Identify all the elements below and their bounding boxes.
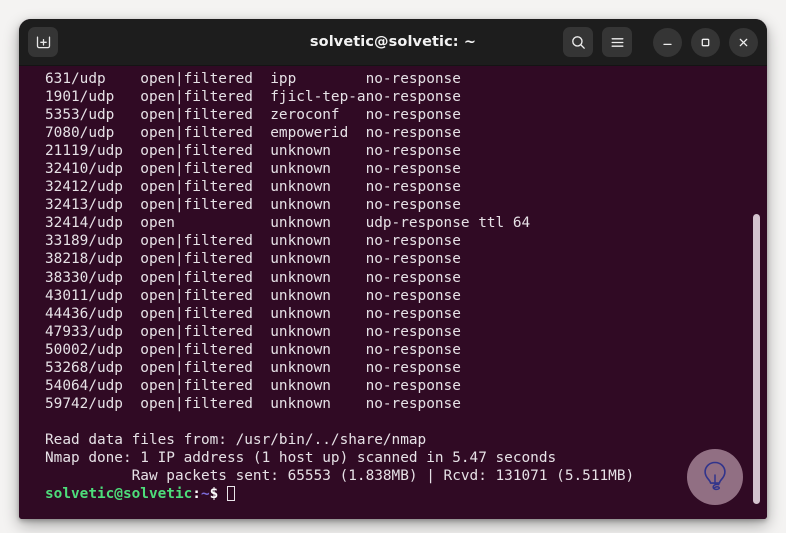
terminal-port-row: 54064/udp open|filtered unknown no-respo… bbox=[45, 377, 767, 395]
search-icon bbox=[570, 34, 587, 51]
hamburger-menu-icon bbox=[609, 34, 626, 51]
maximize-button[interactable] bbox=[691, 27, 720, 57]
prompt-path: ~ bbox=[200, 486, 210, 503]
terminal-port-row: 32410/udp open|filtered unknown no-respo… bbox=[45, 160, 767, 178]
terminal-summary-line: Read data files from: /usr/bin/../share/… bbox=[45, 431, 767, 449]
prompt-sigil: $ bbox=[209, 486, 219, 503]
terminal-port-row: 631/udp open|filtered ipp no-response bbox=[45, 70, 767, 88]
port-row-text: 33189/udp open|filtered unknown no-respo… bbox=[45, 233, 461, 250]
terminal-port-row: 32413/udp open|filtered unknown no-respo… bbox=[45, 196, 767, 214]
terminal-scrollbar-thumb[interactable] bbox=[753, 214, 760, 504]
port-row-text: 38330/udp open|filtered unknown no-respo… bbox=[45, 269, 461, 286]
port-row-text: 43011/udp open|filtered unknown no-respo… bbox=[45, 287, 461, 304]
port-row-text: 7080/udp open|filtered empowerid no-resp… bbox=[45, 125, 461, 142]
terminal-summary-line: Nmap done: 1 IP address (1 host up) scan… bbox=[45, 449, 767, 467]
window-titlebar[interactable]: solvetic@solvetic: ~ bbox=[19, 19, 767, 66]
new-tab-button[interactable] bbox=[28, 27, 58, 57]
close-button[interactable] bbox=[729, 27, 758, 57]
terminal-port-row: 50002/udp open|filtered unknown no-respo… bbox=[45, 341, 767, 359]
minimize-icon bbox=[660, 35, 675, 50]
port-row-text: 32410/udp open|filtered unknown no-respo… bbox=[45, 161, 461, 178]
terminal-prompt-line[interactable]: solvetic@solvetic:~$ bbox=[45, 485, 767, 503]
prompt-user-host: solvetic@solvetic bbox=[45, 486, 193, 503]
port-row-text: 59742/udp open|filtered unknown no-respo… bbox=[45, 395, 461, 412]
port-row-text: 21119/udp open|filtered unknown no-respo… bbox=[45, 143, 461, 160]
terminal-port-row: 32414/udp open unknown udp-response ttl … bbox=[45, 214, 767, 232]
port-row-text: 32414/udp open unknown udp-response ttl … bbox=[45, 215, 531, 232]
desktop-background: solvetic@solvetic: ~ 631/udp open|filter… bbox=[0, 0, 786, 533]
port-row-text: 5353/udp open|filtered zeroconf no-respo… bbox=[45, 107, 461, 124]
port-row-text: 32412/udp open|filtered unknown no-respo… bbox=[45, 179, 461, 196]
terminal-port-row: 33189/udp open|filtered unknown no-respo… bbox=[45, 232, 767, 250]
terminal-port-row: 21119/udp open|filtered unknown no-respo… bbox=[45, 142, 767, 160]
terminal-port-row: 1901/udp open|filtered fjicl-tep-ano-res… bbox=[45, 88, 767, 106]
minimize-button[interactable] bbox=[653, 27, 682, 57]
summary-line-text: Raw packets sent: 65553 (1.838MB) | Rcvd… bbox=[45, 468, 635, 485]
port-row-text: 38218/udp open|filtered unknown no-respo… bbox=[45, 251, 461, 268]
terminal-text-content: 631/udp open|filtered ipp no-response 190… bbox=[45, 70, 767, 503]
port-row-text: 32413/udp open|filtered unknown no-respo… bbox=[45, 197, 461, 214]
summary-line-text: Nmap done: 1 IP address (1 host up) scan… bbox=[45, 449, 557, 466]
terminal-port-row: 32412/udp open|filtered unknown no-respo… bbox=[45, 178, 767, 196]
port-row-text: 53268/udp open|filtered unknown no-respo… bbox=[45, 359, 461, 376]
terminal-window: solvetic@solvetic: ~ 631/udp open|filter… bbox=[19, 19, 767, 519]
summary-line-text: Read data files from: /usr/bin/../share/… bbox=[45, 431, 427, 448]
terminal-port-row: 38330/udp open|filtered unknown no-respo… bbox=[45, 269, 767, 287]
port-row-text: 47933/udp open|filtered unknown no-respo… bbox=[45, 323, 461, 340]
terminal-port-row: 53268/udp open|filtered unknown no-respo… bbox=[45, 359, 767, 377]
terminal-port-row: 59742/udp open|filtered unknown no-respo… bbox=[45, 395, 767, 413]
port-row-text: 44436/udp open|filtered unknown no-respo… bbox=[45, 305, 461, 322]
prompt-colon: : bbox=[192, 486, 201, 503]
terminal-port-row: 43011/udp open|filtered unknown no-respo… bbox=[45, 287, 767, 305]
search-button[interactable] bbox=[563, 27, 593, 57]
titlebar-left-group bbox=[28, 27, 58, 57]
terminal-port-row: 7080/udp open|filtered empowerid no-resp… bbox=[45, 124, 767, 142]
port-row-text: 1901/udp open|filtered fjicl-tep-ano-res… bbox=[45, 89, 461, 106]
menu-button[interactable] bbox=[602, 27, 632, 57]
window-controls-group bbox=[653, 27, 758, 57]
titlebar-right-group bbox=[563, 27, 758, 57]
new-tab-icon bbox=[35, 34, 52, 51]
close-icon bbox=[736, 35, 751, 50]
terminal-cursor bbox=[226, 486, 236, 502]
port-row-text: 54064/udp open|filtered unknown no-respo… bbox=[45, 377, 461, 394]
port-row-text: 631/udp open|filtered ipp no-response bbox=[45, 71, 461, 87]
terminal-scrollbar-track[interactable] bbox=[752, 66, 761, 519]
terminal-output-area[interactable]: 631/udp open|filtered ipp no-response 190… bbox=[19, 66, 767, 519]
port-row-text: 50002/udp open|filtered unknown no-respo… bbox=[45, 341, 461, 358]
terminal-port-row: 38218/udp open|filtered unknown no-respo… bbox=[45, 250, 767, 268]
terminal-port-row: 5353/udp open|filtered zeroconf no-respo… bbox=[45, 106, 767, 124]
terminal-summary-line: Raw packets sent: 65553 (1.838MB) | Rcvd… bbox=[45, 467, 767, 485]
maximize-icon bbox=[698, 35, 713, 50]
terminal-port-row: 47933/udp open|filtered unknown no-respo… bbox=[45, 323, 767, 341]
terminal-port-row: 44436/udp open|filtered unknown no-respo… bbox=[45, 305, 767, 323]
